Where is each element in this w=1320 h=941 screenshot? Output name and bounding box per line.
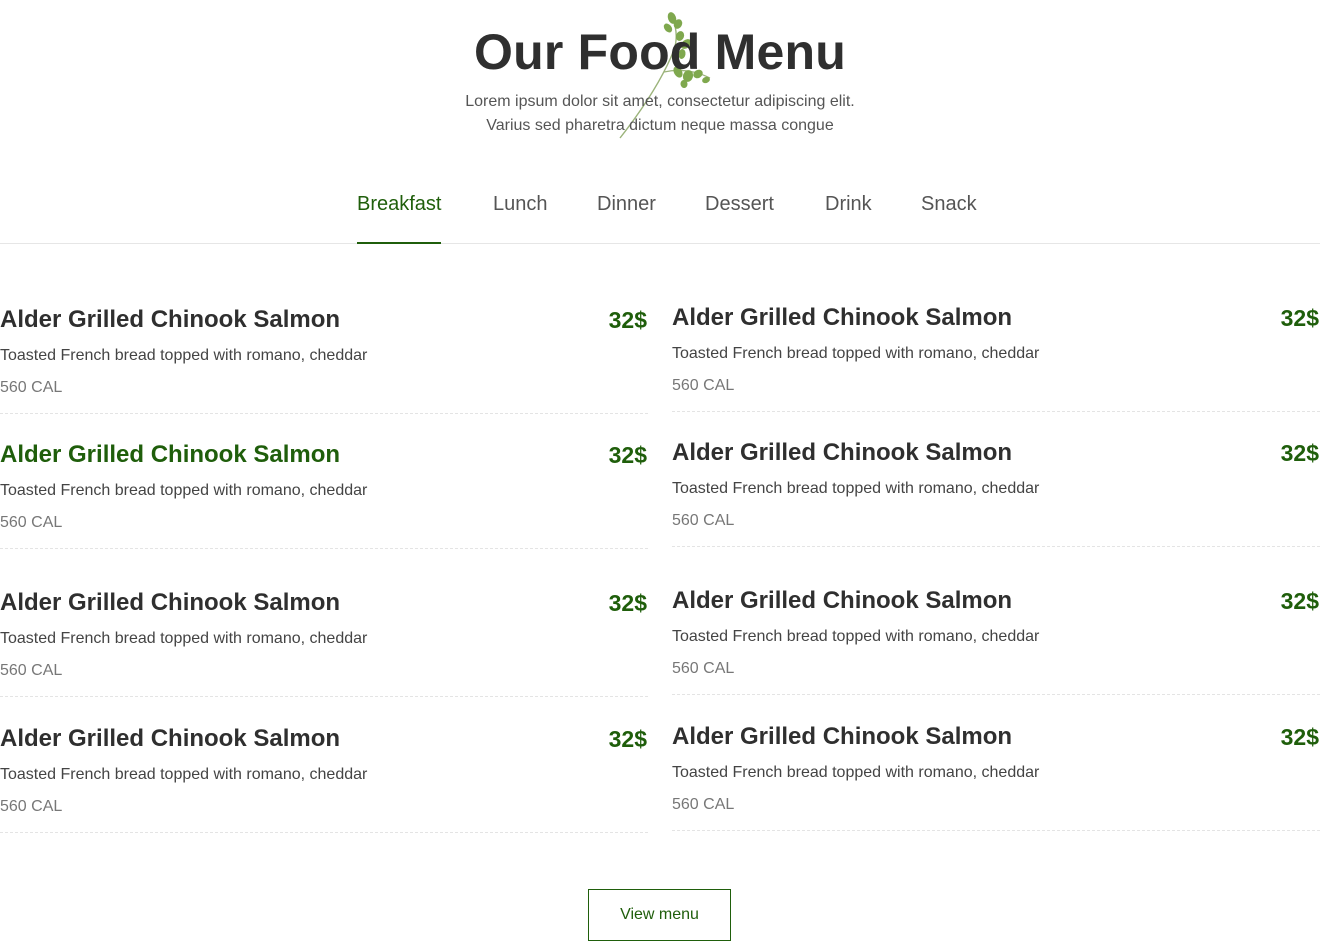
menu-item-calories: 560 CAL xyxy=(0,798,63,815)
menu-item-calories: 560 CAL xyxy=(0,514,63,531)
menu-item-price: 32$ xyxy=(1280,588,1319,614)
menu-item-description: Toasted French bread topped with romano,… xyxy=(0,630,368,647)
menu-item-price: 32$ xyxy=(608,307,647,333)
menu-item: Alder Grilled Chinook Salmon 32$ Toasted… xyxy=(672,438,1320,547)
tab-dinner[interactable]: Dinner xyxy=(597,193,656,244)
subtitle-line-1: Lorem ipsum dolor sit amet, consectetur … xyxy=(465,93,855,110)
menu-item: Alder Grilled Chinook Salmon 32$ Toasted… xyxy=(672,303,1320,412)
menu-item-name[interactable]: Alder Grilled Chinook Salmon xyxy=(672,438,1012,468)
page-subtitle: Lorem ipsum dolor sit amet, consectetur … xyxy=(0,90,1320,138)
menu-item-description: Toasted French bread topped with romano,… xyxy=(0,766,368,783)
menu-item-calories: 560 CAL xyxy=(0,662,63,679)
menu-item-description: Toasted French bread topped with romano,… xyxy=(672,345,1040,362)
menu-item-price: 32$ xyxy=(608,726,647,752)
view-menu-button[interactable]: View menu xyxy=(588,889,731,941)
menu-item: Alder Grilled Chinook Salmon 32$ Toasted… xyxy=(0,305,648,414)
menu-item: Alder Grilled Chinook Salmon 32$ Toasted… xyxy=(672,586,1320,695)
menu-item-name[interactable]: Alder Grilled Chinook Salmon xyxy=(672,722,1012,752)
menu-item-description: Toasted French bread topped with romano,… xyxy=(672,764,1040,781)
menu-item-description: Toasted French bread topped with romano,… xyxy=(672,628,1040,645)
menu-item-name[interactable]: Alder Grilled Chinook Salmon xyxy=(0,440,340,470)
menu-item-price: 32$ xyxy=(1280,724,1319,750)
menu-item: Alder Grilled Chinook Salmon 32$ Toasted… xyxy=(0,588,648,697)
menu-item-description: Toasted French bread topped with romano,… xyxy=(672,480,1040,497)
page-title: Our Food Menu xyxy=(474,24,846,80)
menu-category-tabs: Breakfast Lunch Dinner Dessert Drink Sna… xyxy=(0,176,1320,244)
tab-lunch[interactable]: Lunch xyxy=(493,193,548,244)
menu-item: Alder Grilled Chinook Salmon 32$ Toasted… xyxy=(0,440,648,549)
menu-item-description: Toasted French bread topped with romano,… xyxy=(0,347,368,364)
subtitle-line-2: Varius sed pharetra dictum neque massa c… xyxy=(486,117,834,134)
menu-item-calories: 560 CAL xyxy=(0,379,63,396)
menu-item-name[interactable]: Alder Grilled Chinook Salmon xyxy=(0,724,340,754)
menu-item-price: 32$ xyxy=(1280,440,1319,466)
menu-item-price: 32$ xyxy=(608,590,647,616)
menu-item-calories: 560 CAL xyxy=(672,512,735,529)
tab-breakfast[interactable]: Breakfast xyxy=(357,193,442,244)
menu-item-name[interactable]: Alder Grilled Chinook Salmon xyxy=(672,586,1012,616)
menu-item-calories: 560 CAL xyxy=(672,796,735,813)
menu-item-calories: 560 CAL xyxy=(672,660,735,677)
menu-item-price: 32$ xyxy=(608,442,647,468)
menu-item-description: Toasted French bread topped with romano,… xyxy=(0,482,368,499)
menu-item-calories: 560 CAL xyxy=(672,377,735,394)
menu-item-name[interactable]: Alder Grilled Chinook Salmon xyxy=(0,305,340,335)
menu-header: Our Food Menu Lorem ipsum dolor sit amet… xyxy=(0,0,1320,145)
menu-item: Alder Grilled Chinook Salmon 32$ Toasted… xyxy=(672,722,1320,831)
menu-item-name[interactable]: Alder Grilled Chinook Salmon xyxy=(672,303,1012,333)
tab-dessert[interactable]: Dessert xyxy=(705,193,774,244)
tab-snack[interactable]: Snack xyxy=(921,193,977,244)
menu-item-price: 32$ xyxy=(1280,305,1319,331)
menu-item-name[interactable]: Alder Grilled Chinook Salmon xyxy=(0,588,340,618)
menu-item: Alder Grilled Chinook Salmon 32$ Toasted… xyxy=(0,724,648,833)
tab-drink[interactable]: Drink xyxy=(825,193,872,244)
